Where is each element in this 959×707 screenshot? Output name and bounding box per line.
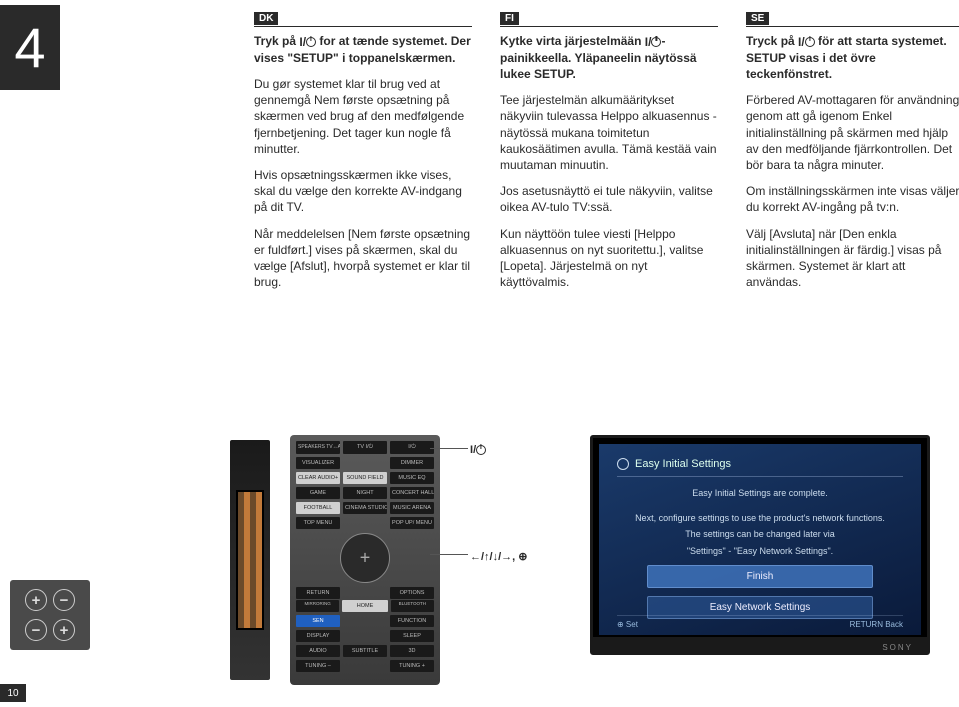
- callout-leader: [430, 448, 468, 449]
- remote-btn: SLEEP: [390, 630, 434, 642]
- power-icon: I/: [798, 34, 815, 50]
- tv-divider: [617, 476, 903, 477]
- tv-footer: ⊕ Set RETURN Back: [617, 615, 903, 629]
- column-se: SE Tryck på I/ för att starta systemet. …: [746, 8, 959, 300]
- fi-p4: Kun näyttöön tulee viesti [Helppo alkuas…: [500, 226, 718, 291]
- remote-spacer: [343, 630, 387, 642]
- remote-btn: MUSIC ARENA: [390, 502, 434, 514]
- fi-p3: Jos asetusnäyttö ei tule näkyviin, valit…: [500, 183, 718, 215]
- plus-icon: +: [53, 619, 75, 641]
- lang-badge-dk: DK: [254, 12, 278, 25]
- device-illustration: [230, 440, 270, 680]
- illustration-area: + − − + SPEAKERS TV↔AUDIO TV I/⏻ I/⏻ VIS…: [0, 430, 959, 690]
- remote-spacer: [343, 615, 387, 627]
- remote-home-btn: HOME: [342, 600, 387, 612]
- remote-btn: SOUND FIELD: [343, 472, 387, 484]
- remote-btn: CONCERT HALL: [390, 487, 434, 499]
- callout-leader: [430, 554, 468, 555]
- remote-btn: FOOTBALL: [296, 502, 340, 514]
- plus-icon: +: [25, 589, 47, 611]
- tv-line2: Next, configure settings to use the prod…: [617, 512, 903, 525]
- remote-btn: DISPLAY: [296, 630, 340, 642]
- remote-btn: NIGHT: [343, 487, 387, 499]
- remote-btn: POP UP/ MENU: [390, 517, 434, 529]
- remote-btn: BLUETOOTH: [391, 600, 434, 612]
- remote-btn: MIRRORING: [296, 600, 339, 612]
- remote-btn: TUNING +: [390, 660, 434, 672]
- tv-illustration: Easy Initial Settings Easy Initial Setti…: [590, 435, 930, 655]
- instruction-columns: DK Tryk på I/ for at tænde systemet. Der…: [254, 8, 959, 300]
- rule: [500, 26, 718, 27]
- dk-p2: Du gør systemet klar til brug ved at gen…: [254, 76, 472, 157]
- remote-btn: TV I/⏻: [343, 441, 387, 454]
- remote-btn: SPEAKERS TV↔AUDIO: [296, 441, 340, 454]
- column-fi: FI Kytke virta järjestelmään I/-painikke…: [500, 8, 718, 300]
- page-number: 10: [0, 684, 26, 702]
- remote-btn: OPTIONS: [390, 587, 434, 599]
- tv-line3: The settings can be changed later via: [617, 528, 903, 541]
- remote-dpad: [340, 533, 390, 583]
- remote-btn: SUBTITLE: [343, 645, 387, 657]
- remote-btn: SEN: [296, 615, 340, 627]
- se-p1: Tryck på I/ för att starta systemet. SET…: [746, 33, 959, 82]
- remote-btn: MUSIC EQ: [390, 472, 434, 484]
- minus-icon: −: [53, 589, 75, 611]
- rule: [254, 26, 472, 27]
- dk-p3: Hvis opsætningsskærmen ikke vises, skal …: [254, 167, 472, 216]
- remote-spacer: [343, 517, 387, 529]
- tv-line1: Easy Initial Settings are complete.: [617, 487, 903, 500]
- remote-btn: DIMMER: [390, 457, 434, 469]
- remote-spacer: [343, 660, 387, 672]
- se-p4: Välj [Avsluta] när [Den enkla initialins…: [746, 226, 959, 291]
- power-icon: I/: [299, 34, 316, 50]
- dk-p1: Tryk på I/ for at tænde systemet. Der vi…: [254, 33, 472, 66]
- remote-btn: RETURN: [296, 587, 340, 599]
- se-p3: Om inställningsskärmen inte visas väljer…: [746, 183, 959, 215]
- remote-spacer: [343, 457, 387, 469]
- power-icon: I/: [470, 444, 486, 456]
- tv-title: Easy Initial Settings: [635, 458, 731, 470]
- tv-screen: Easy Initial Settings Easy Initial Setti…: [599, 444, 921, 635]
- remote-spacer: [343, 587, 387, 599]
- tv-finish-button: Finish: [647, 565, 873, 588]
- lang-badge-se: SE: [746, 12, 769, 25]
- remote-btn: CINEMA STUDIO: [343, 502, 387, 514]
- callout-power: I/: [470, 444, 486, 456]
- dk-p1-pre: Tryk på: [254, 34, 299, 48]
- tv-title-row: Easy Initial Settings: [617, 458, 903, 470]
- se-p2: Förbered AV-mottagaren för användning ge…: [746, 92, 959, 173]
- column-dk: DK Tryk på I/ for at tænde systemet. Der…: [254, 8, 472, 300]
- rule: [746, 26, 959, 27]
- step-number: 4: [0, 5, 60, 90]
- remote-btn: GAME: [296, 487, 340, 499]
- dk-p4: Når meddelelsen [Nem første opsætning er…: [254, 226, 472, 291]
- remote-btn: TOP MENU: [296, 517, 340, 529]
- remote-control: SPEAKERS TV↔AUDIO TV I/⏻ I/⏻ VISUALIZER …: [290, 435, 440, 685]
- remote-btn: VISUALIZER: [296, 457, 340, 469]
- gear-icon: [617, 458, 629, 470]
- tv-brand: SONY: [882, 643, 913, 652]
- remote-btn: 3D: [390, 645, 434, 657]
- fi-p1-pre: Kytke virta järjestelmään: [500, 34, 645, 48]
- lang-badge-fi: FI: [500, 12, 519, 25]
- fi-p2: Tee järjestelmän alkumääritykset näkyvii…: [500, 92, 718, 173]
- se-p1-pre: Tryck på: [746, 34, 798, 48]
- remote-btn: CLEAR AUDIO+: [296, 472, 340, 484]
- tv-line4: "Settings" - "Easy Network Settings".: [617, 545, 903, 558]
- remote-btn: TUNING –: [296, 660, 340, 672]
- power-icon: I/: [645, 34, 662, 50]
- tv-footer-left: ⊕ Set: [617, 620, 638, 629]
- fi-p1: Kytke virta järjestelmään I/-painikkeell…: [500, 33, 718, 82]
- remote-btn: FUNCTION: [390, 615, 434, 627]
- battery-diagram: + − − +: [10, 580, 90, 650]
- remote-btn: AUDIO: [296, 645, 340, 657]
- tv-footer-right: RETURN Back: [850, 620, 903, 629]
- callout-arrows: ←/↑/↓/→, ⊕: [470, 550, 528, 563]
- minus-icon: −: [25, 619, 47, 641]
- remote-btn: I/⏻: [390, 441, 434, 454]
